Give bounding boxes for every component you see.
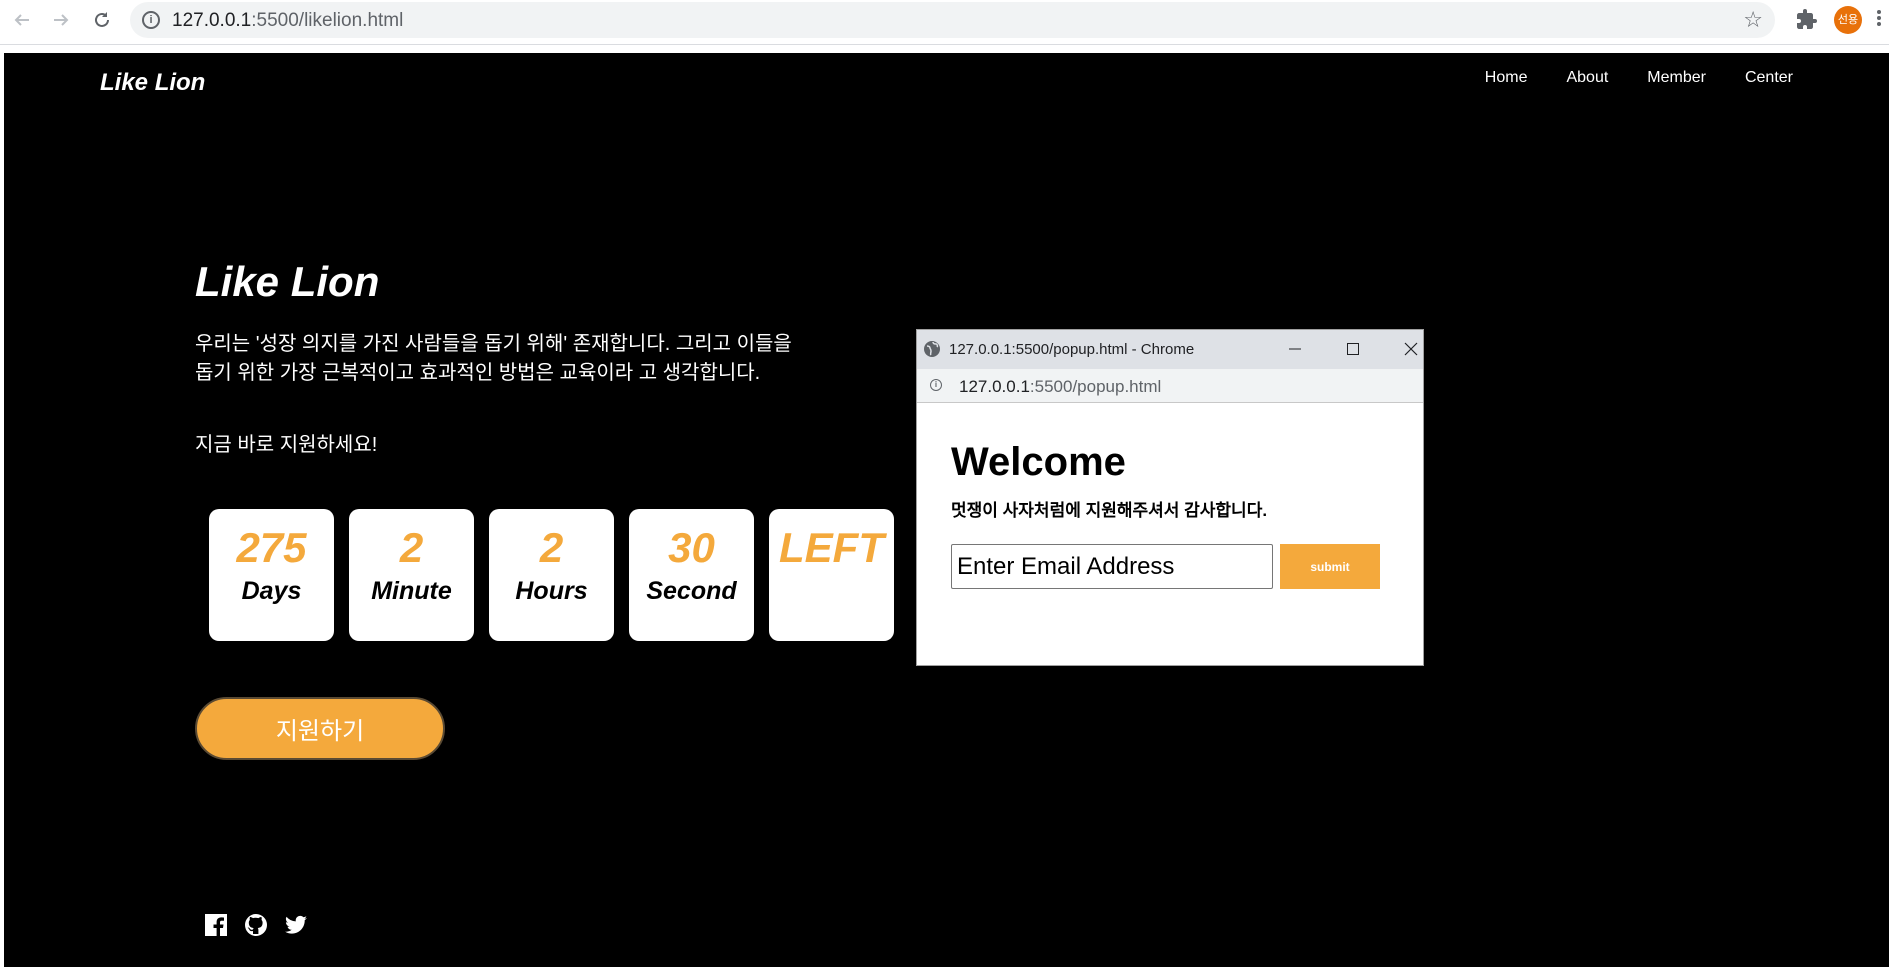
popup-window-title: 127.0.0.1:5500/popup.html - Chrome	[949, 341, 1195, 358]
nav-center[interactable]: Center	[1745, 69, 1793, 87]
email-input[interactable]	[951, 544, 1273, 589]
social-links	[204, 913, 308, 937]
minimize-icon	[1289, 348, 1301, 350]
countdown-value: 275	[236, 524, 307, 571]
popup-window: 127.0.0.1:5500/popup.html - Chrome i 127…	[917, 330, 1423, 665]
countdown-left: LEFT	[769, 509, 894, 641]
maximize-button[interactable]	[1339, 336, 1367, 364]
github-icon[interactable]	[244, 913, 268, 937]
maximize-icon	[1347, 343, 1359, 355]
browser-toolbar: i 127.0.0.1:5500/likelion.html ☆ 선용	[0, 0, 1889, 40]
globe-icon	[923, 340, 941, 358]
reload-button[interactable]	[88, 6, 116, 34]
nav-member[interactable]: Member	[1647, 69, 1706, 87]
site-logo[interactable]: Like Lion	[100, 69, 205, 97]
forward-arrow-icon	[54, 14, 69, 26]
popup-url-text: 127.0.0.1:5500/popup.html	[959, 377, 1162, 396]
countdown: 275 Days 2 Minute 2 Hours 30 Second LEFT	[209, 509, 894, 641]
extensions-icon[interactable]	[1795, 8, 1819, 32]
minimize-button[interactable]	[1281, 336, 1309, 364]
intro-line-2: 돕기 위한 가장 근복적이고 효과적인 방법은 교육이라 고 생각합니다.	[195, 362, 761, 384]
url-text: 127.0.0.1:5500/likelion.html	[172, 10, 404, 31]
popup-url-bar: i 127.0.0.1:5500/popup.html	[917, 369, 1423, 403]
apply-button[interactable]: 지원하기	[195, 697, 445, 760]
popup-heading: Welcome	[951, 440, 1126, 484]
site-info-icon[interactable]: i	[142, 11, 160, 29]
forward-button[interactable]	[47, 6, 75, 34]
countdown-value: 2	[399, 524, 424, 571]
countdown-label: Minute	[371, 577, 452, 605]
profile-avatar[interactable]: 선용	[1834, 6, 1862, 34]
toolbar-divider	[0, 44, 1889, 45]
close-icon	[1404, 342, 1418, 356]
facebook-icon[interactable]	[204, 913, 228, 937]
nav-about[interactable]: About	[1566, 69, 1608, 87]
countdown-value: 30	[668, 524, 715, 571]
popup-titlebar[interactable]: 127.0.0.1:5500/popup.html - Chrome	[917, 330, 1423, 369]
apply-now-text: 지금 바로 지원하세요!	[195, 434, 378, 456]
reload-icon	[95, 12, 109, 27]
back-button[interactable]	[8, 6, 36, 34]
hero-title: Like Lion	[195, 258, 380, 305]
intro-line-1: 우리는 '성장 의지를 가진 사람들을 돕기 위해' 존재합니다. 그리고 이들…	[195, 333, 792, 355]
submit-button[interactable]: submit	[1280, 544, 1380, 589]
close-button[interactable]	[1397, 336, 1425, 364]
countdown-second: 30 Second	[629, 509, 754, 641]
popup-message: 멋쟁이 사자처럼에 지원해주셔서 감사합니다.	[951, 501, 1268, 520]
twitter-icon[interactable]	[284, 913, 308, 937]
countdown-label: Days	[241, 577, 302, 605]
countdown-value: LEFT	[779, 524, 884, 571]
countdown-days: 275 Days	[209, 509, 334, 641]
back-arrow-icon	[14, 14, 29, 26]
top-navigation: Home About Member Center	[1485, 69, 1793, 87]
countdown-minute: 2 Minute	[349, 509, 474, 641]
address-bar[interactable]: i 127.0.0.1:5500/likelion.html ☆	[130, 2, 1775, 38]
hero-intro: 우리는 '성장 의지를 가진 사람들을 돕기 위해' 존재합니다. 그리고 이들…	[195, 330, 895, 388]
nav-home[interactable]: Home	[1485, 69, 1528, 87]
bookmark-star-icon[interactable]: ☆	[1743, 7, 1763, 33]
browser-menu-icon[interactable]	[1876, 8, 1882, 30]
countdown-label: Second	[646, 577, 737, 605]
countdown-value: 2	[539, 524, 564, 571]
site-info-icon[interactable]: i	[930, 379, 942, 391]
countdown-label: Hours	[515, 577, 588, 605]
countdown-hours: 2 Hours	[489, 509, 614, 641]
